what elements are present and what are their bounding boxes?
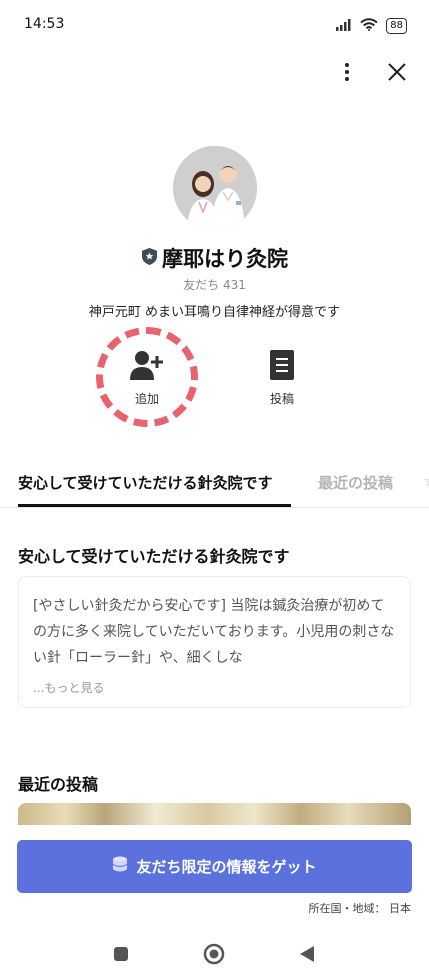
intro-title: 安心して受けていただける針灸院です	[18, 547, 290, 566]
coins-icon	[112, 856, 128, 878]
recent-posts-title: 最近の投稿	[18, 775, 99, 794]
status-bar: 14:53 88	[0, 0, 429, 50]
cta-label: 友だち限定の情報をゲット	[136, 858, 317, 876]
close-icon[interactable]	[385, 60, 409, 84]
intro-text: [やさしい針灸だから安心です] 当院は鍼灸治療が初めての方に多く来院していただい…	[33, 598, 395, 666]
intro-card[interactable]: [やさしい針灸だから安心です] 当院は鍼灸治療が初めての方に多く来院していただい…	[18, 576, 411, 708]
page-title: 摩耶はり灸院	[162, 247, 288, 271]
tab-more[interactable]: ☆	[424, 472, 429, 490]
status-icons: 88	[336, 16, 407, 35]
signal-icon	[336, 16, 352, 35]
more-vertical-icon[interactable]	[335, 60, 359, 84]
get-friends-info-button[interactable]: 友だち限定の情報をゲット	[17, 840, 412, 893]
avatar	[173, 146, 257, 230]
friends-count: 友だち 431	[183, 278, 246, 292]
location-text: 所在国・地域： 日本	[308, 902, 412, 915]
status-time: 14:53	[24, 16, 65, 32]
wifi-icon	[360, 16, 378, 35]
page-name-row: 摩耶はり灸院	[0, 243, 429, 273]
tab-recent-posts[interactable]: 最近の投稿	[318, 472, 393, 493]
posts-button[interactable]: 投稿	[259, 350, 305, 407]
recent-apps-icon[interactable]	[109, 942, 133, 966]
posts-icon	[270, 350, 294, 384]
back-icon[interactable]	[295, 942, 319, 966]
home-icon[interactable]	[202, 942, 226, 966]
see-more-link[interactable]: ...もっと見る	[33, 679, 396, 696]
tab-intro[interactable]: 安心して受けていただける針灸院です	[18, 472, 273, 493]
post-image[interactable]	[18, 803, 411, 825]
posts-label: 投稿	[269, 392, 294, 406]
shield-badge-icon	[141, 247, 158, 270]
add-label: 追加	[134, 392, 159, 406]
add-friend-icon	[130, 350, 164, 384]
tab-bar: 安心して受けていただける針灸院です 最近の投稿 ☆	[0, 460, 429, 508]
system-nav-bar	[0, 930, 429, 978]
header-actions	[335, 60, 409, 84]
tab-active-indicator	[18, 504, 291, 507]
battery-icon: 88	[386, 17, 407, 34]
add-friend-button[interactable]: 追加	[124, 350, 170, 407]
page-description: 神戸元町 めまい耳鳴り自律神経が得意です	[88, 305, 341, 320]
